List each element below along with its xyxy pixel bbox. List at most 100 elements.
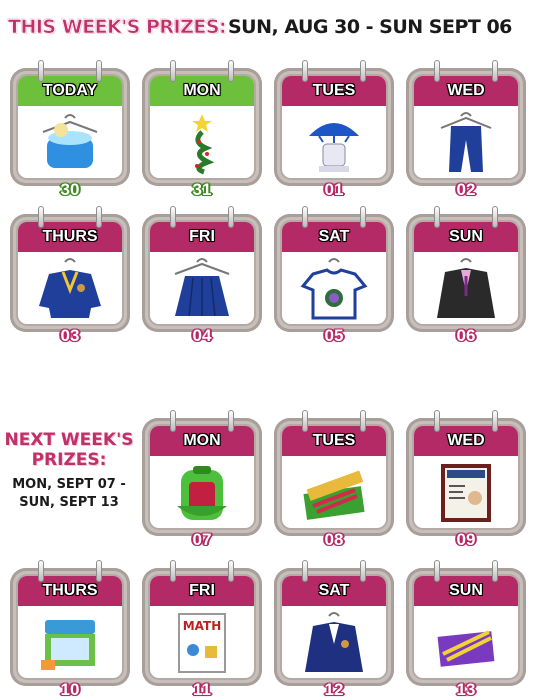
date-number: 12 (324, 680, 344, 699)
next-week-title-line1: NEXT WEEK'S (4, 430, 134, 450)
binder-ring-icon (228, 60, 234, 82)
binder-ring-icon (170, 560, 176, 582)
day-label: SUN (414, 222, 518, 252)
prize-calendar-card: SAT 12 (272, 558, 396, 699)
next-week-label: NEXT WEEK'S PRIZES: MON, SEPT 07 - SUN, … (4, 430, 134, 512)
next-week-title: NEXT WEEK'S PRIZES: (4, 430, 134, 470)
next-week-range-line2: SUN, SEPT 13 (19, 495, 119, 510)
binder-ring-icon (492, 560, 498, 582)
this-week-title: THIS WEEK'S PRIZES: (8, 16, 227, 39)
date-number: 01 (324, 180, 344, 199)
next-week-title-line2: PRIZES: (31, 450, 107, 470)
binder-ring-icon (360, 410, 366, 432)
day-label: THURS (18, 576, 122, 606)
prize-calendar-card: FRI MATH 11 (140, 558, 264, 699)
prize-calendar-card: WED 02 (404, 58, 528, 199)
date-number: 03 (60, 326, 80, 345)
prize-calendar-card: WED 09 (404, 408, 528, 549)
day-label: SAT (282, 576, 386, 606)
binder-ring-icon (228, 560, 234, 582)
binder-ring-icon (38, 206, 44, 228)
day-label: MON (150, 76, 254, 106)
binder-ring-icon (302, 560, 308, 582)
day-label: FRI (150, 576, 254, 606)
binder-ring-icon (492, 410, 498, 432)
black-blazer-icon (412, 252, 520, 326)
prize-calendar-card: THURS 03 (8, 204, 132, 345)
christmas-tree-icon (148, 106, 256, 180)
lunchbox-icon (16, 606, 124, 680)
binder-ring-icon (434, 206, 440, 228)
date-number: 04 (192, 326, 212, 345)
binder-ring-icon (360, 560, 366, 582)
math-poster-icon: MATH (148, 606, 256, 680)
binder-ring-icon (434, 410, 440, 432)
binder-ring-icon (228, 206, 234, 228)
binder-ring-icon (96, 560, 102, 582)
day-label: TODAY (18, 76, 122, 106)
pants-on-hanger-icon (412, 106, 520, 180)
binder-ring-icon (492, 206, 498, 228)
hoodie-on-hanger-icon (16, 106, 124, 180)
prize-calendar-card: MON 31 (140, 58, 264, 199)
date-number: 13 (456, 680, 476, 699)
day-label: MON (150, 426, 254, 456)
prize-calendar-card: FRI 04 (140, 204, 264, 345)
school-tshirt-icon (280, 252, 388, 326)
binder-ring-icon (434, 60, 440, 82)
binder-ring-icon (38, 60, 44, 82)
svg-text:MATH: MATH (183, 619, 222, 633)
date-number: 30 (60, 180, 80, 199)
binder-ring-icon (170, 206, 176, 228)
day-label: SAT (282, 222, 386, 252)
prize-calendar-card: TODAY 30 (8, 58, 132, 199)
binder-ring-icon (38, 560, 44, 582)
language-poster-icon (412, 456, 520, 530)
binder-ring-icon (434, 560, 440, 582)
prize-calendar-card: TUES 08 (272, 408, 396, 549)
binder-ring-icon (170, 410, 176, 432)
date-number: 06 (456, 326, 476, 345)
umbrella-gazebo-icon (280, 106, 388, 180)
books-and-pencils-icon (280, 456, 388, 530)
date-number: 10 (60, 680, 80, 699)
navy-blazer-icon (280, 606, 388, 680)
prize-calendar-card: SAT 05 (272, 204, 396, 345)
day-label: TUES (282, 76, 386, 106)
day-label: WED (414, 426, 518, 456)
prize-calendar-card: SUN 13 (404, 558, 528, 699)
date-number: 05 (324, 326, 344, 345)
binder-ring-icon (96, 60, 102, 82)
binder-ring-icon (492, 60, 498, 82)
date-number: 11 (193, 680, 211, 699)
binder-ring-icon (96, 206, 102, 228)
binder-ring-icon (302, 206, 308, 228)
binder-ring-icon (228, 410, 234, 432)
day-label: TUES (282, 426, 386, 456)
day-label: SUN (414, 576, 518, 606)
day-label: THURS (18, 222, 122, 252)
purple-notebook-icon (412, 606, 520, 680)
backpack-icon (148, 456, 256, 530)
day-label: WED (414, 76, 518, 106)
next-week-range-line1: MON, SEPT 07 - (12, 477, 126, 492)
date-number: 08 (324, 530, 344, 549)
prize-calendar-card: THURS 10 (8, 558, 132, 699)
binder-ring-icon (302, 60, 308, 82)
prize-calendar-card: MON 07 (140, 408, 264, 549)
prize-calendar-card: SUN 06 (404, 204, 528, 345)
date-number: 31 (192, 180, 212, 199)
binder-ring-icon (360, 60, 366, 82)
binder-ring-icon (302, 410, 308, 432)
school-sweater-icon (16, 252, 124, 326)
prize-calendar-card: TUES 01 (272, 58, 396, 199)
day-label: FRI (150, 222, 254, 252)
pleated-skirt-icon (148, 252, 256, 326)
next-week-range: MON, SEPT 07 - SUN, SEPT 13 (4, 476, 134, 512)
this-week-range: SUN, AUG 30 - SUN SEPT 06 (228, 16, 512, 38)
binder-ring-icon (360, 206, 366, 228)
date-number: 02 (456, 180, 476, 199)
date-number: 07 (192, 530, 212, 549)
date-number: 09 (456, 530, 476, 549)
binder-ring-icon (170, 60, 176, 82)
